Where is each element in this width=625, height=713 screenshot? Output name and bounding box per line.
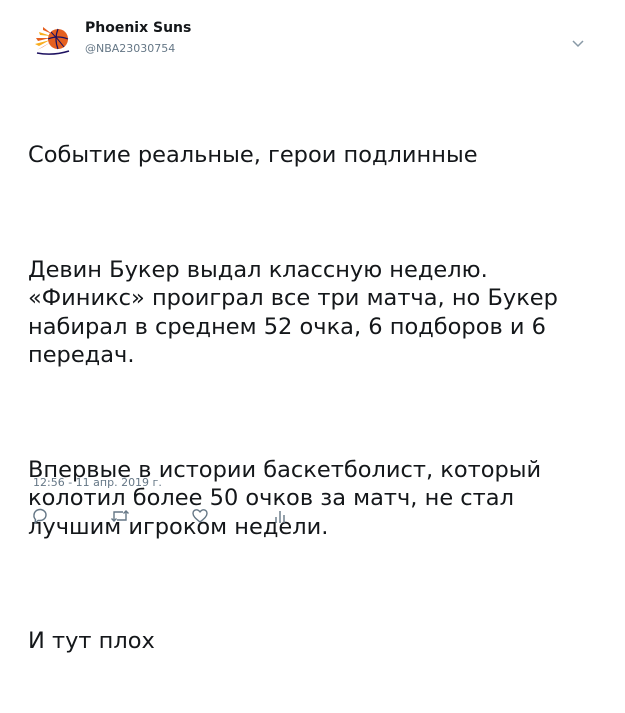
tweet-card: Phoenix Suns @NBA23030754 Событие реальн… (0, 0, 625, 654)
display-name[interactable]: Phoenix Suns (85, 19, 191, 37)
tweet-paragraph: И тут плох (28, 628, 155, 654)
analytics-icon[interactable] (270, 506, 290, 526)
tweet-timestamp[interactable]: 12:56 - 11 апр. 2019 г. (33, 476, 162, 490)
user-handle[interactable]: @NBA23030754 (85, 41, 191, 57)
chevron-down-icon[interactable] (571, 34, 585, 48)
phoenix-suns-logo-icon (35, 27, 70, 55)
tweet-header: Phoenix Suns @NBA23030754 (33, 14, 593, 64)
reply-icon[interactable] (30, 506, 50, 526)
tweet-actions (30, 506, 330, 530)
tweet-text: Событие реальные, герои подлинные Девин … (28, 84, 603, 713)
avatar[interactable] (33, 20, 73, 60)
user-info[interactable]: Phoenix Suns @NBA23030754 (85, 19, 191, 57)
tweet-paragraph: Девин Букер выдал классную неделю. «Фини… (28, 256, 566, 369)
tweet-paragraph: Событие реальные, герои подлинные (28, 142, 478, 168)
like-icon[interactable] (190, 506, 210, 526)
retweet-icon[interactable] (110, 506, 130, 526)
